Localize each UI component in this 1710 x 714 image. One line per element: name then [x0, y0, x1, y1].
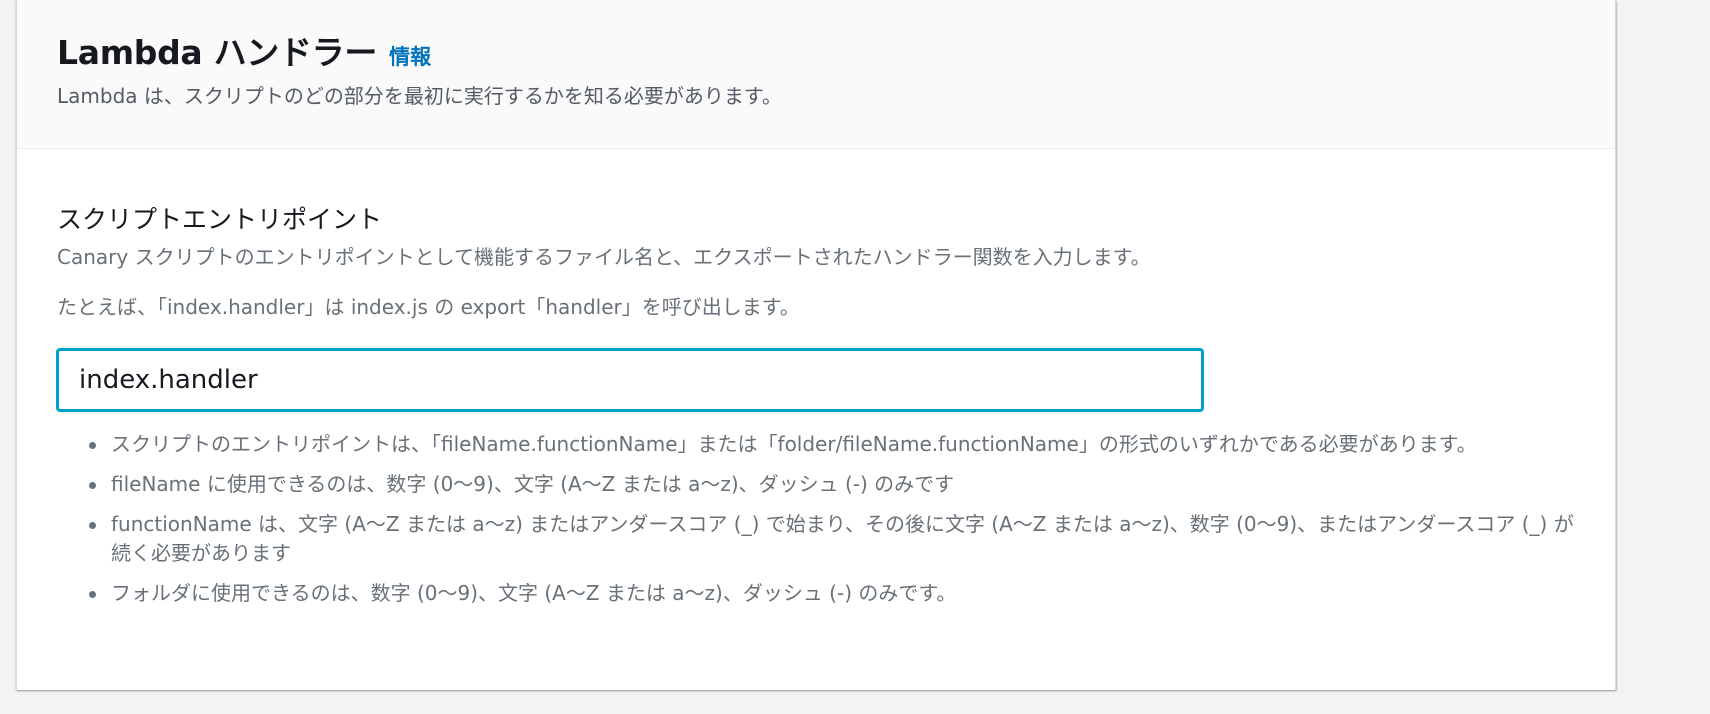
- panel-description: Lambda は、スクリプトのどの部分を最初に実行するかを知る必要があります。: [57, 84, 782, 108]
- entry-point-label: スクリプトエントリポイント: [57, 205, 383, 234]
- entry-point-input[interactable]: [59, 351, 1201, 409]
- bullet-icon: [89, 591, 96, 598]
- lambda-handler-panel: Lambda ハンドラー 情報 Lambda は、スクリプトのどの部分を最初に実…: [16, 0, 1616, 690]
- entry-point-input-wrapper: [56, 348, 1204, 412]
- title-row: Lambda ハンドラー 情報: [57, 26, 431, 74]
- constraint-text: フォルダに使用できるのは、数字 (0〜9)、文字 (A〜Z または a〜z)、ダ…: [111, 581, 957, 605]
- constraint-text: functionName は、文字 (A〜Z または a〜z) またはアンダース…: [111, 512, 1574, 565]
- info-link[interactable]: 情報: [389, 41, 431, 71]
- entry-point-description: Canary スクリプトのエントリポイントとして機能するファイル名と、エクスポー…: [57, 245, 1151, 269]
- constraint-list: スクリプトのエントリポイントは、「fileName.functionName」ま…: [85, 430, 1585, 619]
- constraint-item: fileName に使用できるのは、数字 (0〜9)、文字 (A〜Z または a…: [85, 470, 1585, 499]
- bullet-icon: [89, 442, 96, 449]
- panel-title: Lambda ハンドラー: [57, 33, 378, 72]
- constraint-text: fileName に使用できるのは、数字 (0〜9)、文字 (A〜Z または a…: [111, 472, 955, 496]
- bullet-icon: [89, 522, 96, 529]
- entry-point-example: たとえば、「index.handler」は index.js の export「…: [57, 295, 800, 319]
- constraint-item: フォルダに使用できるのは、数字 (0〜9)、文字 (A〜Z または a〜z)、ダ…: [85, 579, 1585, 608]
- constraint-item: functionName は、文字 (A〜Z または a〜z) またはアンダース…: [85, 510, 1585, 568]
- panel-header: Lambda ハンドラー 情報 Lambda は、スクリプトのどの部分を最初に実…: [17, 0, 1615, 149]
- bullet-icon: [89, 482, 96, 489]
- constraint-text: スクリプトのエントリポイントは、「fileName.functionName」ま…: [111, 432, 1477, 456]
- constraint-item: スクリプトのエントリポイントは、「fileName.functionName」ま…: [85, 430, 1585, 459]
